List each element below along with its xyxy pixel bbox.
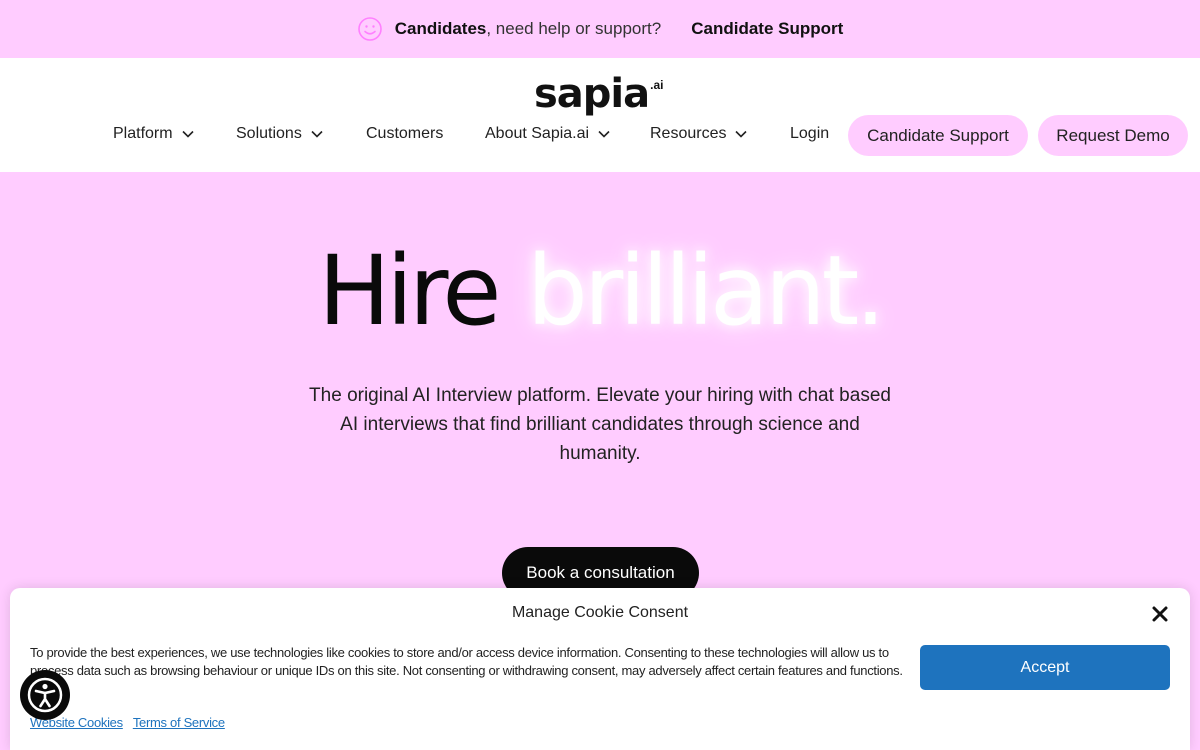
accessibility-button[interactable] — [20, 670, 70, 720]
nav-item-resources[interactable]: Resources — [650, 125, 748, 143]
main-nav: Platform Solutions Customers About Sapia… — [0, 115, 1200, 157]
logo-suffix: .ai — [650, 78, 664, 92]
accept-cookies-button[interactable]: Accept — [920, 645, 1170, 690]
request-demo-button[interactable]: Request Demo — [1038, 115, 1188, 156]
nav-item-platform[interactable]: Platform — [113, 125, 195, 143]
sapia-logo[interactable]: sapia .ai — [534, 72, 663, 116]
hero-title-dark: Hire — [318, 235, 501, 347]
hero-title-glow: brilliant. — [526, 235, 886, 347]
chevron-down-icon — [182, 130, 194, 138]
top-announcement-bar: Candidates, need help or support? Candid… — [0, 0, 1200, 58]
terms-of-service-link[interactable]: Terms of Service — [133, 715, 225, 730]
nav-item-about[interactable]: About Sapia.ai — [485, 125, 611, 143]
nav-item-login[interactable]: Login — [790, 125, 829, 143]
candidate-support-button[interactable]: Candidate Support — [848, 115, 1028, 156]
nav-item-customers[interactable]: Customers — [366, 125, 443, 143]
smile-icon — [357, 16, 383, 42]
close-icon[interactable] — [1150, 604, 1170, 624]
cookie-title: Manage Cookie Consent — [511, 604, 689, 621]
candidates-help-text: Candidates, need help or support? — [394, 19, 662, 38]
hero-title: Hire brilliant. — [0, 236, 1200, 346]
chevron-down-icon — [311, 130, 323, 138]
accessibility-icon — [27, 677, 63, 713]
logo-word: sapia — [534, 71, 650, 117]
hero-subtitle: The original AI Interview platform. Elev… — [309, 385, 891, 464]
site-header: sapia .ai Platform Solutions Customers A… — [0, 58, 1200, 172]
chevron-down-icon — [598, 130, 610, 138]
cookie-links: Website Cookies Terms of Service — [30, 715, 225, 730]
cookie-description: To provide the best experiences, we use … — [30, 645, 903, 678]
cookie-consent-banner: Manage Cookie Consent To provide the bes… — [10, 588, 1190, 750]
nav-item-solutions[interactable]: Solutions — [236, 125, 324, 143]
chevron-down-icon — [735, 130, 748, 138]
topbar-candidate-support-link[interactable]: Candidate Support — [691, 19, 843, 39]
